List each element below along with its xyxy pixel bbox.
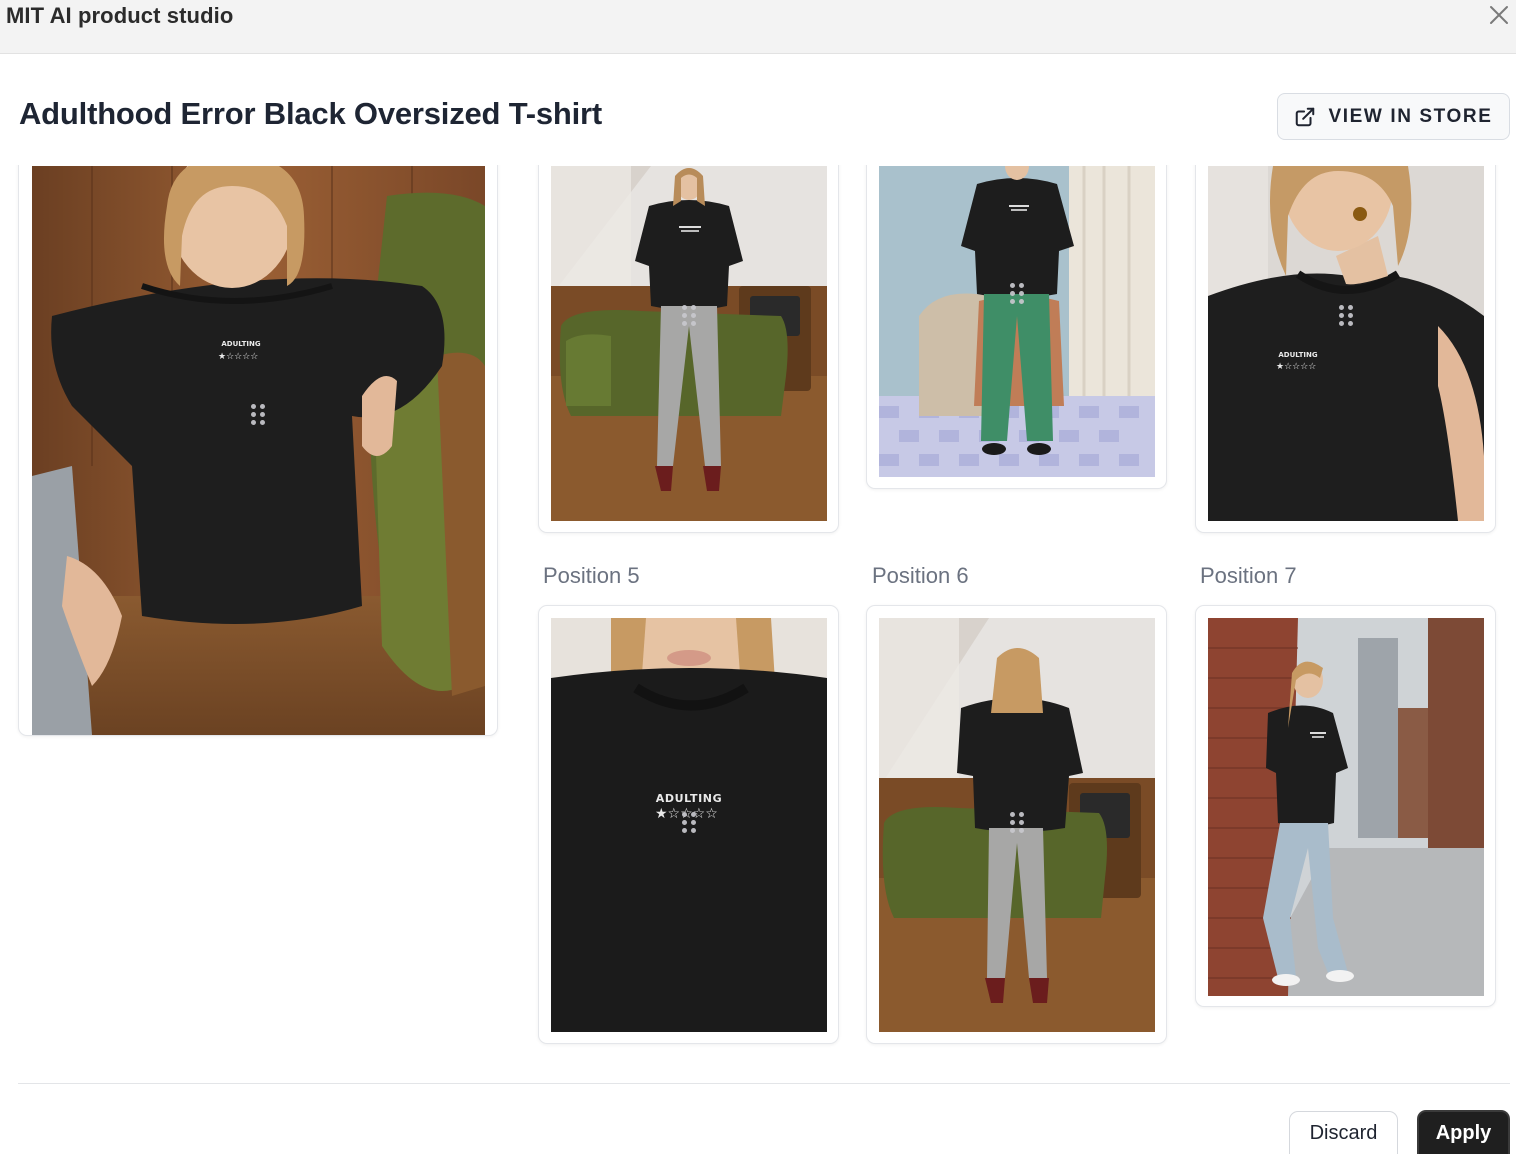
drag-handle-icon[interactable]: [682, 812, 696, 836]
discard-button[interactable]: Discard: [1289, 1111, 1398, 1154]
print-text: ADULTING: [1278, 351, 1318, 359]
close-icon: [1490, 6, 1508, 24]
gallery-card-position-4[interactable]: ADULTING ★☆☆☆☆: [1195, 165, 1496, 533]
print-stars: ★☆☆☆☆: [218, 352, 258, 361]
svg-text:★☆☆☆☆: ★☆☆☆☆: [218, 352, 258, 361]
product-photo: ADULTING ★☆☆☆☆: [32, 166, 485, 735]
footer-divider: [18, 1083, 1510, 1084]
product-photo: [879, 166, 1155, 477]
image-gallery: ADULTING ★☆☆☆☆ ADULTING ★☆☆☆☆ Position 5…: [0, 165, 1516, 1075]
position-7-label: Position 7: [1200, 563, 1297, 588]
gallery-card-position-1[interactable]: ADULTING ★☆☆☆☆: [18, 165, 498, 736]
position-6-label: Position 6: [872, 563, 969, 588]
drag-handle-icon[interactable]: [1010, 283, 1024, 307]
drag-handle-icon[interactable]: [1339, 305, 1353, 329]
external-link-icon: [1296, 107, 1315, 126]
print-mark: [679, 226, 701, 232]
gallery-card-position-2[interactable]: [538, 165, 839, 533]
print-text: ADULTING: [221, 340, 261, 348]
gallery-card-position-3[interactable]: [866, 165, 1167, 489]
print-mark: [1009, 205, 1029, 211]
print-mark: [1310, 732, 1326, 738]
product-photo: [1208, 618, 1484, 996]
print-stars: ★☆☆☆☆: [1276, 362, 1316, 371]
gallery-card-position-6[interactable]: [866, 605, 1167, 1044]
product-photo: ADULTING ★☆☆☆☆: [1208, 166, 1484, 521]
print-text: ADULTING: [655, 792, 723, 805]
apply-button[interactable]: Apply: [1417, 1110, 1510, 1154]
svg-text:★☆☆☆☆: ★☆☆☆☆: [1276, 362, 1316, 371]
drag-handle-icon[interactable]: [682, 305, 696, 329]
gallery-card-position-5[interactable]: ADULTING ★☆☆☆☆: [538, 605, 839, 1044]
gallery-card-position-7[interactable]: [1195, 605, 1496, 1007]
drag-handle-icon[interactable]: [251, 404, 265, 428]
title-bar: MIT AI product studio: [0, 0, 1516, 54]
position-5-label: Position 5: [543, 563, 640, 588]
product-photo: [551, 166, 827, 521]
drag-handle-icon[interactable]: [1010, 812, 1024, 836]
view-in-store-button[interactable]: VIEW IN STORE: [1277, 93, 1510, 140]
product-title: Adulthood Error Black Oversized T-shirt: [19, 96, 603, 131]
close-button[interactable]: [1486, 2, 1512, 28]
view-in-store-label: VIEW IN STORE: [1328, 105, 1493, 127]
app-title: MIT AI product studio: [6, 3, 234, 28]
